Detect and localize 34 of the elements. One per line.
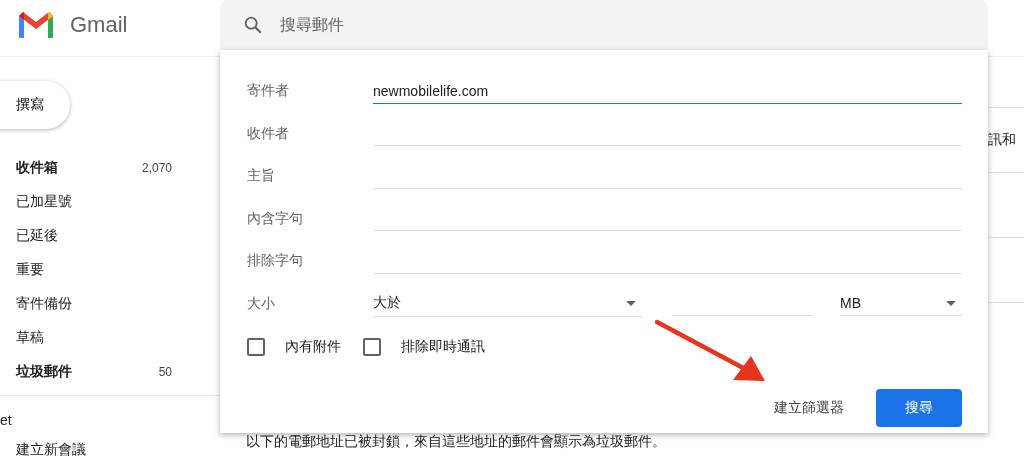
field-label: 收件者 [247,124,290,143]
unread-count: 2,070 [141,161,172,175]
caret-icon [946,300,956,306]
section-title: et [0,411,13,430]
gmail-logo-icon [16,10,56,40]
nav-item[interactable]: 收件箱 2,070 [0,151,220,185]
app-name: Gmail [70,12,128,38]
nav-item[interactable]: 垃圾郵件 50 [0,355,220,389]
checkbox[interactable] [247,338,265,356]
field-label: 寄件者 [247,82,290,101]
field-label: 主旨 [247,167,276,186]
nav-item[interactable]: 建立新會議 [0,436,220,458]
compose-button[interactable]: 撰寫 [0,81,70,129]
caret-icon [626,300,636,306]
notice-text: 以下的電郵地址已被封鎖，來自這些地址的郵件會顯示為垃圾郵件。 [246,433,667,451]
checkbox[interactable] [363,338,381,356]
checkbox-label: 內有附件 [285,338,341,356]
unit-dropdown[interactable]: MB [840,291,962,317]
create-filter-button[interactable]: 建立篩選器 [768,398,850,418]
checkbox-label: 排除即時通訊 [401,338,485,356]
nav-item[interactable]: 草稿 [0,321,220,355]
nav-item[interactable]: 重要 [0,253,220,287]
search-button[interactable]: 搜尋 [876,389,962,427]
setting-text: 訊和 [988,131,1016,149]
search-icon [242,14,264,36]
nav-item[interactable]: 已加星號 [0,185,220,219]
comparison-dropdown[interactable]: 大於 [373,290,642,318]
field-label: 內含字句 [247,209,304,228]
field-label: 大小 [247,294,276,313]
nav-item[interactable]: 已延後 [0,219,220,253]
unread-count: 50 [158,365,172,379]
search-field[interactable]: 搜尋郵件 [220,0,988,50]
nav-item[interactable]: 寄件備份 [0,287,220,321]
field-label: 排除字句 [247,252,304,271]
